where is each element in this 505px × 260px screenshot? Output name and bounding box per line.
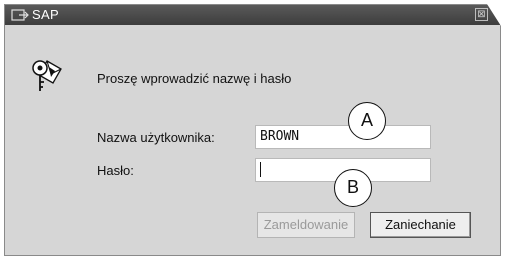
titlebar-corner (487, 4, 501, 26)
login-button[interactable]: Zameldowanie (257, 212, 355, 238)
sap-window-icon (11, 9, 29, 21)
password-label: Hasło: (97, 163, 134, 178)
cancel-button[interactable]: Zaniechanie (370, 212, 471, 238)
username-label: Nazwa użytkownika: (97, 130, 215, 145)
callout-b: B (334, 169, 372, 207)
key-envelope-icon (32, 60, 62, 91)
username-field[interactable]: BROWN (255, 125, 431, 149)
login-prompt: Proszę wprowadzić nazwę i hasło (97, 71, 292, 86)
callout-a: A (348, 102, 386, 140)
title-bar: SAP ⊠ (5, 5, 500, 25)
login-dialog: SAP ⊠ Proszę wprowadzić nazwę i hasło Na… (4, 4, 501, 256)
text-caret (260, 162, 261, 177)
username-value: BROWN (260, 129, 300, 144)
window-title: SAP (32, 7, 59, 22)
